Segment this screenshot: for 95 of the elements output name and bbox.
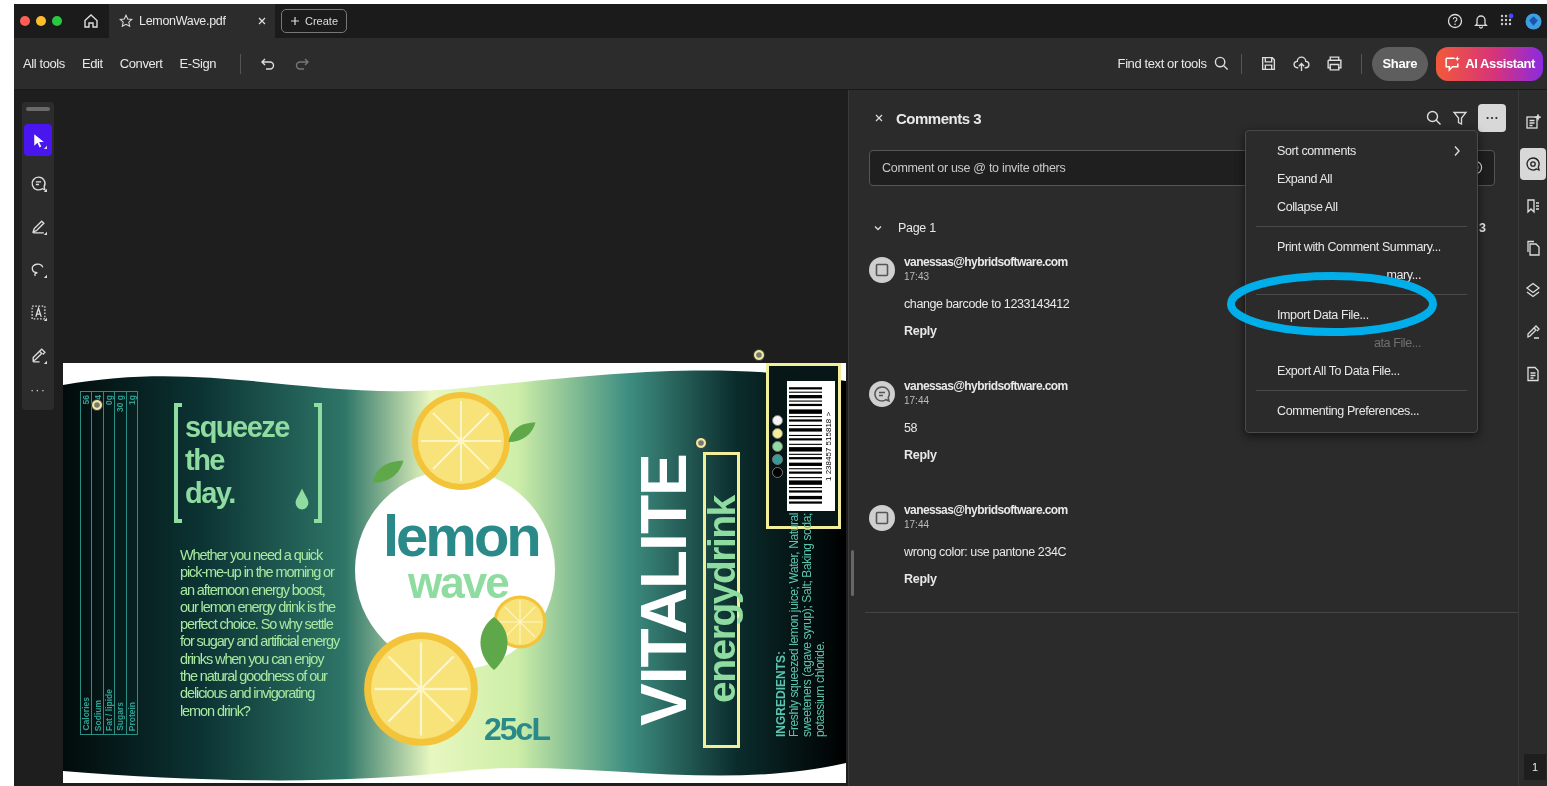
- pages-icon: [1525, 240, 1541, 256]
- chevron-right-icon: [1453, 145, 1461, 157]
- volume-text: 25cL: [484, 711, 549, 748]
- more-tools-button[interactable]: ···: [30, 382, 46, 397]
- cloud-upload-icon[interactable]: [1292, 55, 1310, 72]
- drop-icon: [294, 487, 310, 511]
- star-icon[interactable]: [119, 14, 133, 28]
- reply-button[interactable]: Reply: [904, 324, 937, 338]
- comment-icon: [1525, 156, 1541, 172]
- menu-item[interactable]: Export All To Data File...: [1256, 357, 1467, 385]
- resize-handle[interactable]: [851, 550, 854, 596]
- menu-item[interactable]: E-Sign: [176, 52, 220, 75]
- filter-icon[interactable]: [1452, 110, 1468, 126]
- comment-count: 3: [1479, 221, 1486, 235]
- minimize-window-button[interactable]: [36, 16, 46, 26]
- close-icon[interactable]: [257, 16, 267, 26]
- pen-icon: [29, 217, 47, 235]
- home-icon[interactable]: [83, 13, 99, 29]
- print-icon[interactable]: [1325, 55, 1343, 72]
- menu-item[interactable]: Print with Comment Summary...: [1256, 233, 1467, 261]
- menu-item[interactable]: mary...: [1256, 261, 1467, 289]
- nutrition-value: 4: [92, 395, 103, 400]
- nutrition-value: 56: [81, 395, 92, 405]
- tool-button[interactable]: [24, 124, 52, 156]
- comment-icon: [29, 174, 47, 192]
- avatar-icon[interactable]: [1525, 12, 1542, 30]
- menu-item[interactable]: Collapse All: [1256, 193, 1467, 221]
- plus-icon: [290, 16, 300, 26]
- body-text: Whether you need a quick pick-me-up in the morning or an afternoon energy boost, our lemon energy drink is the perfect choice. So why settle for sugary and artificial energy drinks when you can enjoy the natural goodness of our delicious and invigorating lemon drink?: [180, 547, 340, 720]
- comment-text: wrong color: use pantone 234C: [904, 545, 1067, 559]
- reply-button[interactable]: Reply: [904, 448, 937, 462]
- more-icon: [1485, 116, 1499, 120]
- comment-text: change barcode to 1233143412: [904, 297, 1070, 311]
- product-name: VITALITE: [637, 453, 691, 728]
- side-panel-button[interactable]: [1520, 148, 1546, 180]
- comment-time: 17:44: [904, 518, 930, 532]
- comment-time: 17:43: [904, 270, 930, 284]
- comment-author: vanessas@hybridsoftware.com: [904, 502, 1068, 518]
- comment-time: 17:44: [904, 394, 930, 408]
- more-options-button[interactable]: [1478, 104, 1506, 132]
- shape-comment-icon: [869, 505, 895, 531]
- nutrition-value: 30 g: [115, 395, 126, 412]
- chevron-icon[interactable]: [873, 223, 883, 233]
- close-window-button[interactable]: [20, 16, 30, 26]
- pen-icon: [1525, 324, 1541, 340]
- page-group-label[interactable]: Page 1: [898, 221, 936, 235]
- document-icon: [1525, 366, 1541, 382]
- layers-icon: [1525, 282, 1541, 298]
- share-button[interactable]: Share: [1371, 46, 1429, 81]
- barcode-digits: 1 238457 515818 >: [824, 410, 834, 483]
- menu-item[interactable]: Edit: [78, 52, 106, 75]
- comment-text: 58: [904, 421, 918, 435]
- nutrition-label: Sodium: [92, 699, 103, 731]
- search-tools-button[interactable]: Find text or tools: [1115, 52, 1231, 75]
- maximize-window-button[interactable]: [52, 16, 62, 26]
- comment-author: vanessas@hybridsoftware.com: [904, 254, 1068, 270]
- sparkle-chat-icon: [1444, 55, 1462, 72]
- comment-marker-icon[interactable]: [695, 437, 707, 449]
- comment-author: vanessas@hybridsoftware.com: [904, 378, 1068, 394]
- note-comment-icon: [869, 381, 895, 407]
- signature-icon: [29, 346, 47, 364]
- text-box-icon: [29, 303, 47, 321]
- ingredients-title: INGREDIENTS:: [775, 650, 788, 737]
- panel-title: Comments 3: [896, 109, 982, 127]
- page-number: 1: [1524, 754, 1546, 780]
- nutrition-label: Sugars: [115, 702, 126, 731]
- search-icon: [1213, 56, 1229, 71]
- bracket-icon: [313, 403, 323, 523]
- bookmark-icon: [1525, 198, 1541, 214]
- help-icon[interactable]: [1447, 13, 1463, 29]
- reply-button[interactable]: Reply: [904, 572, 937, 586]
- lasso-icon: [29, 260, 47, 278]
- nutrition-label: Calories: [81, 697, 92, 731]
- menu-item[interactable]: All tools: [20, 52, 68, 75]
- comment-marker-icon[interactable]: [91, 399, 103, 411]
- nutrition-value: 1g: [126, 395, 137, 405]
- bell-icon[interactable]: [1473, 13, 1489, 29]
- document-tab[interactable]: LemonWave.pdf: [109, 4, 275, 38]
- nutrition-value: 0g: [104, 395, 114, 405]
- create-button[interactable]: Create: [281, 9, 348, 33]
- nutrition-label: Fat / lipide: [104, 688, 114, 731]
- close-icon[interactable]: [874, 113, 884, 123]
- menu-item[interactable]: Commenting Preferences...: [1256, 397, 1467, 425]
- save-icon[interactable]: [1259, 55, 1277, 72]
- bracket-icon: [173, 403, 183, 523]
- ai-assistant-button[interactable]: AI Assistant: [1436, 46, 1543, 81]
- menu-item[interactable]: Import Data File...: [1256, 301, 1467, 329]
- menu-item[interactable]: Convert: [116, 52, 166, 75]
- headline: squeeze the day.: [185, 411, 289, 510]
- ingredients-text: Freshly squeezed lemon juice; Water, Natural sweeteners (agave syrup); Salt; Baking soda; potassium chloride.: [788, 511, 827, 737]
- nutrition-label: Protein: [126, 701, 137, 731]
- shape-comment-icon: [869, 257, 895, 283]
- comment-marker-icon[interactable]: [753, 349, 765, 361]
- sparkle-document-icon: [1525, 114, 1541, 130]
- search-icon[interactable]: [1426, 110, 1442, 126]
